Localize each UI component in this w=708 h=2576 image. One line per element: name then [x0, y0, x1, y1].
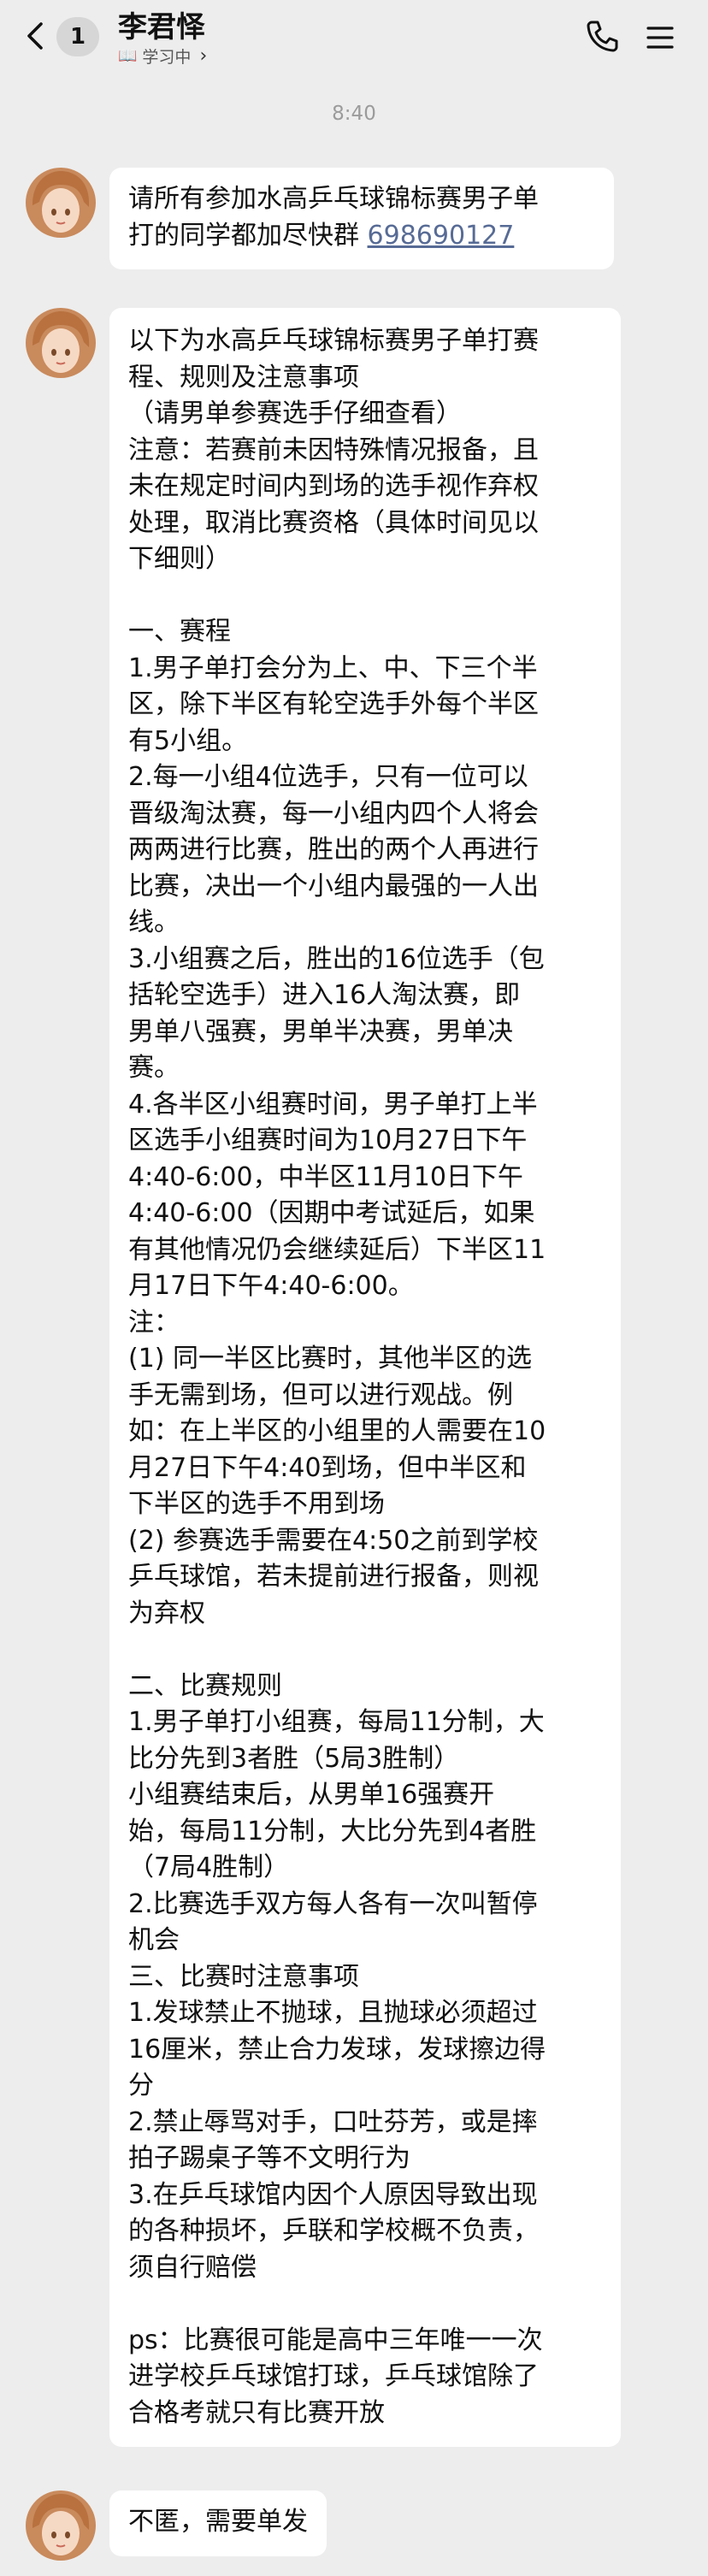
contact-name: 李君怿	[118, 10, 205, 44]
message-line: 1.男子单打小组赛，每局11分制，大	[128, 1707, 545, 1737]
message-line: 下细则）	[128, 544, 231, 574]
message-line: (2) 参赛选手需要在4:50之前到学校	[128, 1525, 539, 1556]
message-line: 合格考就只有比赛开放	[128, 2397, 385, 2428]
message-timestamp: 8:40	[332, 103, 376, 125]
book-icon: 📖	[118, 47, 138, 65]
message-text: 打的同学都加尽快群	[128, 220, 368, 251]
message-line: 16厘米，禁止合力发球，发球擦边得	[128, 2034, 546, 2065]
message-line: 比分先到3者胜（5局3胜制）	[128, 1743, 460, 1774]
message-line: 三、比赛时注意事项	[128, 1961, 359, 1992]
back-arrow-icon[interactable]	[19, 19, 53, 53]
message-line: 2.比赛选手双方每人各有一次叫暂停	[128, 1888, 538, 1919]
sender-avatar[interactable]	[26, 308, 96, 378]
message-line: 下半区的选手不用到场	[128, 1489, 385, 1519]
message-line: 有其他情况仍会继续延后）下半区11	[128, 1234, 546, 1265]
message-line: 月27日下午4:40到场，但中半区和	[128, 1452, 527, 1483]
message-line: 不匿，需要单发	[128, 2507, 308, 2537]
message-line: 赛。	[128, 1053, 180, 1083]
message-line: 月17日下午4:40-6:00。	[128, 1271, 414, 1301]
sender-avatar[interactable]	[26, 168, 96, 238]
message-line: 如：在上半区的小组里的人需要在10	[128, 1416, 546, 1446]
message-line: 始，每局11分制，大比分先到4者胜	[128, 1816, 537, 1846]
message-line: 程、规则及注意事项	[128, 362, 359, 393]
message-line: 为弃权	[128, 1598, 205, 1628]
avatar-image	[26, 2490, 96, 2561]
message-line: 男单八强赛，男单半决赛，男单决	[128, 1016, 513, 1047]
message-line: 未在规定时间内到场的选手视作弃权	[128, 471, 539, 501]
contact-status[interactable]: 📖 学习中 ›	[118, 44, 207, 68]
message-line: 晋级淘汰赛，每一小组内四个人将会	[128, 798, 539, 829]
message-line: 注：	[128, 1307, 180, 1338]
menu-icon[interactable]	[643, 21, 677, 55]
message-line: 处理，取消比赛资格（具体时间见以	[128, 507, 539, 538]
message-line: 括轮空选手）进入16人淘汰赛，即	[128, 980, 521, 1010]
message-line: （7局4胜制）	[128, 1852, 290, 1882]
message-line: （请男单参赛选手仔细查看）	[128, 399, 462, 428]
message-line: 2.禁止辱骂对手，口吐芬芳，或是摔	[128, 2106, 538, 2137]
message-line: 2.每一小组4位选手，只有一位可以	[128, 762, 528, 792]
message-line: 须自行赔偿	[128, 2252, 257, 2283]
message-line: 请所有参加水高乒乓球锦标赛男子单	[128, 184, 539, 214]
chat-header: 1 李君怿 📖 学习中 ›	[0, 0, 708, 75]
message-line: 比赛，决出一个小组内最强的一人出	[128, 871, 539, 901]
message-line: 4:40-6:00（因期中考试延后，如果	[128, 1198, 535, 1228]
message-line: 机会	[128, 1925, 180, 1955]
message-line: 区选手小组赛时间为10月27日下午	[128, 1126, 528, 1155]
message-line: 以下为水高乒乓球锦标赛男子单打赛	[128, 326, 539, 356]
message-line: 1.发球禁止不抛球，且抛球必须超过	[128, 1998, 538, 2028]
message-line: (1) 同一半区比赛时，其他半区的选	[128, 1344, 533, 1374]
message-line: 线。	[128, 907, 180, 937]
message-line: ps：比赛很可能是高中三年唯一一次	[128, 2325, 543, 2355]
message-line: 两两进行比赛，胜出的两个人再进行	[128, 835, 539, 865]
message-line: 的各种损坏，乒联和学校概不负责，	[128, 2216, 539, 2246]
message-line: 一、赛程	[128, 617, 231, 647]
message-line: 3.在乒乓球馆内因个人原因导致出现	[128, 2179, 538, 2210]
group-number-link[interactable]: 698690127	[368, 221, 515, 251]
message-line: 进学校乒乓球馆打球，乒乓球馆除了	[128, 2361, 539, 2391]
message-line: 3.小组赛之后，胜出的16位选手（包	[128, 943, 545, 974]
sender-avatar[interactable]	[26, 2490, 96, 2561]
avatar-image	[26, 308, 96, 378]
phone-icon[interactable]	[583, 17, 621, 55]
message-line: 二、比赛规则	[128, 1670, 282, 1701]
avatar-image	[26, 168, 96, 238]
unread-badge[interactable]: 1	[56, 17, 99, 56]
message-bubble[interactable]: 不匿，需要单发	[109, 2490, 327, 2556]
message-line: 4:40-6:00，中半区11月10日下午	[128, 1161, 523, 1192]
message-line: 手无需到场，但可以进行观战。例	[128, 1380, 513, 1410]
message-bubble[interactable]: 以下为水高乒乓球锦标赛男子单打赛 程、规则及注意事项 （请男单参赛选手仔细查看） 注意…	[109, 308, 621, 2447]
message-line: 注意：若赛前未因特殊情况报备，且	[128, 434, 539, 465]
message-bubble[interactable]: 请所有参加水高乒乓球锦标赛男子单 打的同学都加尽快群 698690127	[109, 168, 614, 269]
message-line: 分	[128, 2071, 154, 2100]
message-line: 区，除下半区有轮空选手外每个半区	[128, 689, 539, 719]
message-line: 乒乓球馆，若未提前进行报备，则视	[128, 1562, 539, 1592]
chevron-right-icon: ›	[199, 45, 208, 67]
message-line: 1.男子单打会分为上、中、下三个半	[128, 653, 538, 683]
message-line: 打的同学都加尽快群 698690127	[128, 218, 595, 255]
message-line: 小组赛结束后，从男单16强赛开	[128, 1780, 495, 1810]
message-line: 有5小组。	[128, 725, 248, 756]
message-line: 拍子踢桌子等不文明行为	[128, 2143, 410, 2173]
status-text: 学习中	[142, 48, 192, 67]
message-line: 4.各半区小组赛时间，男子单打上半	[128, 1089, 538, 1120]
